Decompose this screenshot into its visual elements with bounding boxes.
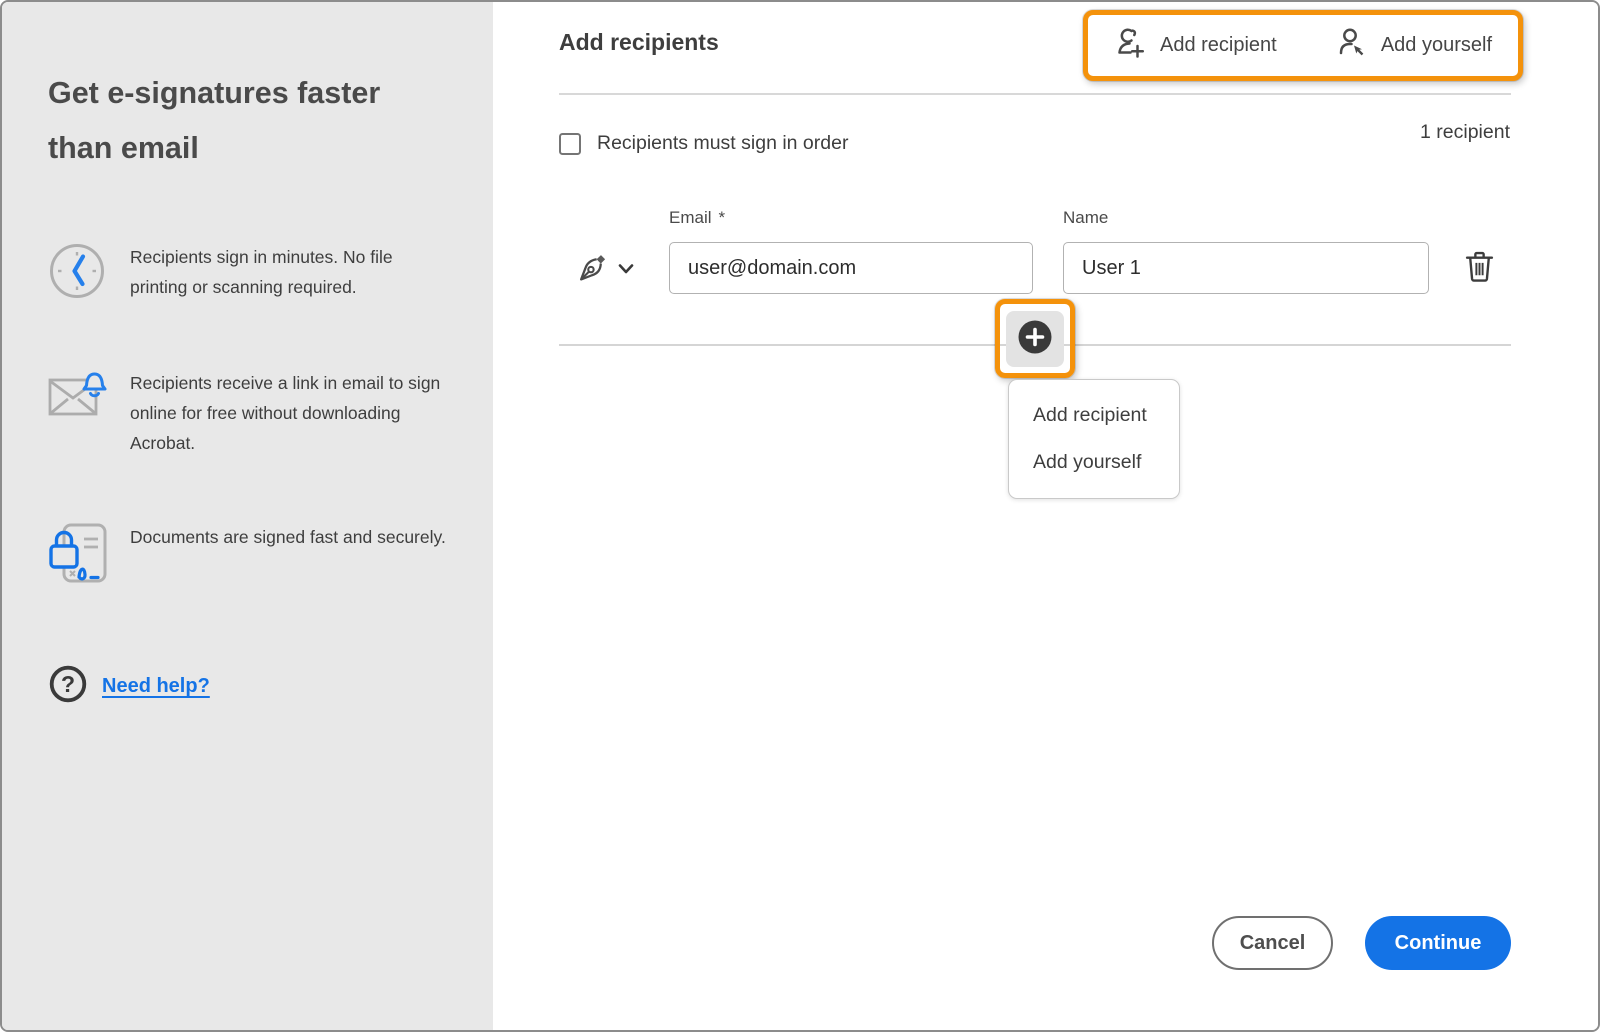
email-field-label: Email * xyxy=(669,208,726,227)
add-dropdown-menu: Add recipient Add yourself xyxy=(1008,379,1180,499)
add-recipient-button[interactable]: Add recipient xyxy=(1114,26,1277,66)
add-self-icon xyxy=(1335,26,1369,66)
help-block: ? Need help? xyxy=(48,664,210,709)
cancel-button[interactable]: Cancel xyxy=(1212,916,1333,970)
name-field-label: Name xyxy=(1063,208,1109,227)
email-notification-icon xyxy=(48,368,110,429)
benefit-item-speed: Recipients sign in minutes. No file prin… xyxy=(48,242,448,305)
sign-in-order-checkbox[interactable] xyxy=(559,132,581,155)
benefit-item-security: Documents are signed fast and securely. xyxy=(48,522,448,589)
benefit-text: Documents are signed fast and securely. xyxy=(130,527,446,547)
sign-in-order-row: Recipients must sign in order xyxy=(559,132,848,155)
secure-document-icon xyxy=(48,522,110,589)
delete-recipient-button[interactable] xyxy=(1465,251,1494,285)
benefit-text: Recipients sign in minutes. No file prin… xyxy=(130,247,393,297)
add-yourself-label: Add yourself xyxy=(1380,34,1492,56)
pen-nib-icon xyxy=(577,252,608,286)
add-recipient-plus-button[interactable] xyxy=(1006,310,1064,367)
page-title: Add recipients xyxy=(559,29,719,55)
header-divider xyxy=(559,93,1511,95)
benefit-text: Recipients receive a link in email to si… xyxy=(130,373,441,453)
clock-icon xyxy=(48,242,110,305)
email-field[interactable] xyxy=(669,242,1033,294)
trash-icon xyxy=(1465,251,1494,285)
continue-button[interactable]: Continue xyxy=(1365,916,1511,970)
add-button-highlight-box xyxy=(995,299,1075,378)
add-recipient-label: Add recipient xyxy=(1160,34,1277,56)
esign-dialog-window: Get e-signatures faster than email Recip… xyxy=(0,0,1600,1032)
add-recipients-panel: Add recipients Add recipient Add yoursel… xyxy=(493,2,1598,1030)
question-circle-icon: ? xyxy=(48,664,88,709)
svg-text:?: ? xyxy=(61,671,75,697)
sidebar-heading: Get e-signatures faster than email xyxy=(48,76,381,165)
need-help-link[interactable]: Need help? xyxy=(102,675,210,698)
add-user-icon xyxy=(1114,26,1148,66)
recipient-role-dropdown[interactable] xyxy=(577,252,634,286)
chevron-down-icon xyxy=(618,262,634,277)
name-field[interactable] xyxy=(1063,242,1429,294)
menu-item-add-recipient[interactable]: Add recipient xyxy=(1009,394,1179,437)
sign-in-order-label[interactable]: Recipients must sign in order xyxy=(597,132,848,155)
recipient-count: 1 recipient xyxy=(1420,121,1510,143)
plus-circle-icon xyxy=(1016,318,1054,359)
add-yourself-button[interactable]: Add yourself xyxy=(1335,26,1492,66)
info-sidebar: Get e-signatures faster than email Recip… xyxy=(2,2,493,1030)
header-actions-highlight-box: Add recipient Add yourself xyxy=(1083,10,1523,81)
benefit-item-email-link: Recipients receive a link in email to si… xyxy=(48,368,448,458)
menu-item-add-yourself[interactable]: Add yourself xyxy=(1009,441,1179,484)
required-asterisk: * xyxy=(718,208,726,227)
